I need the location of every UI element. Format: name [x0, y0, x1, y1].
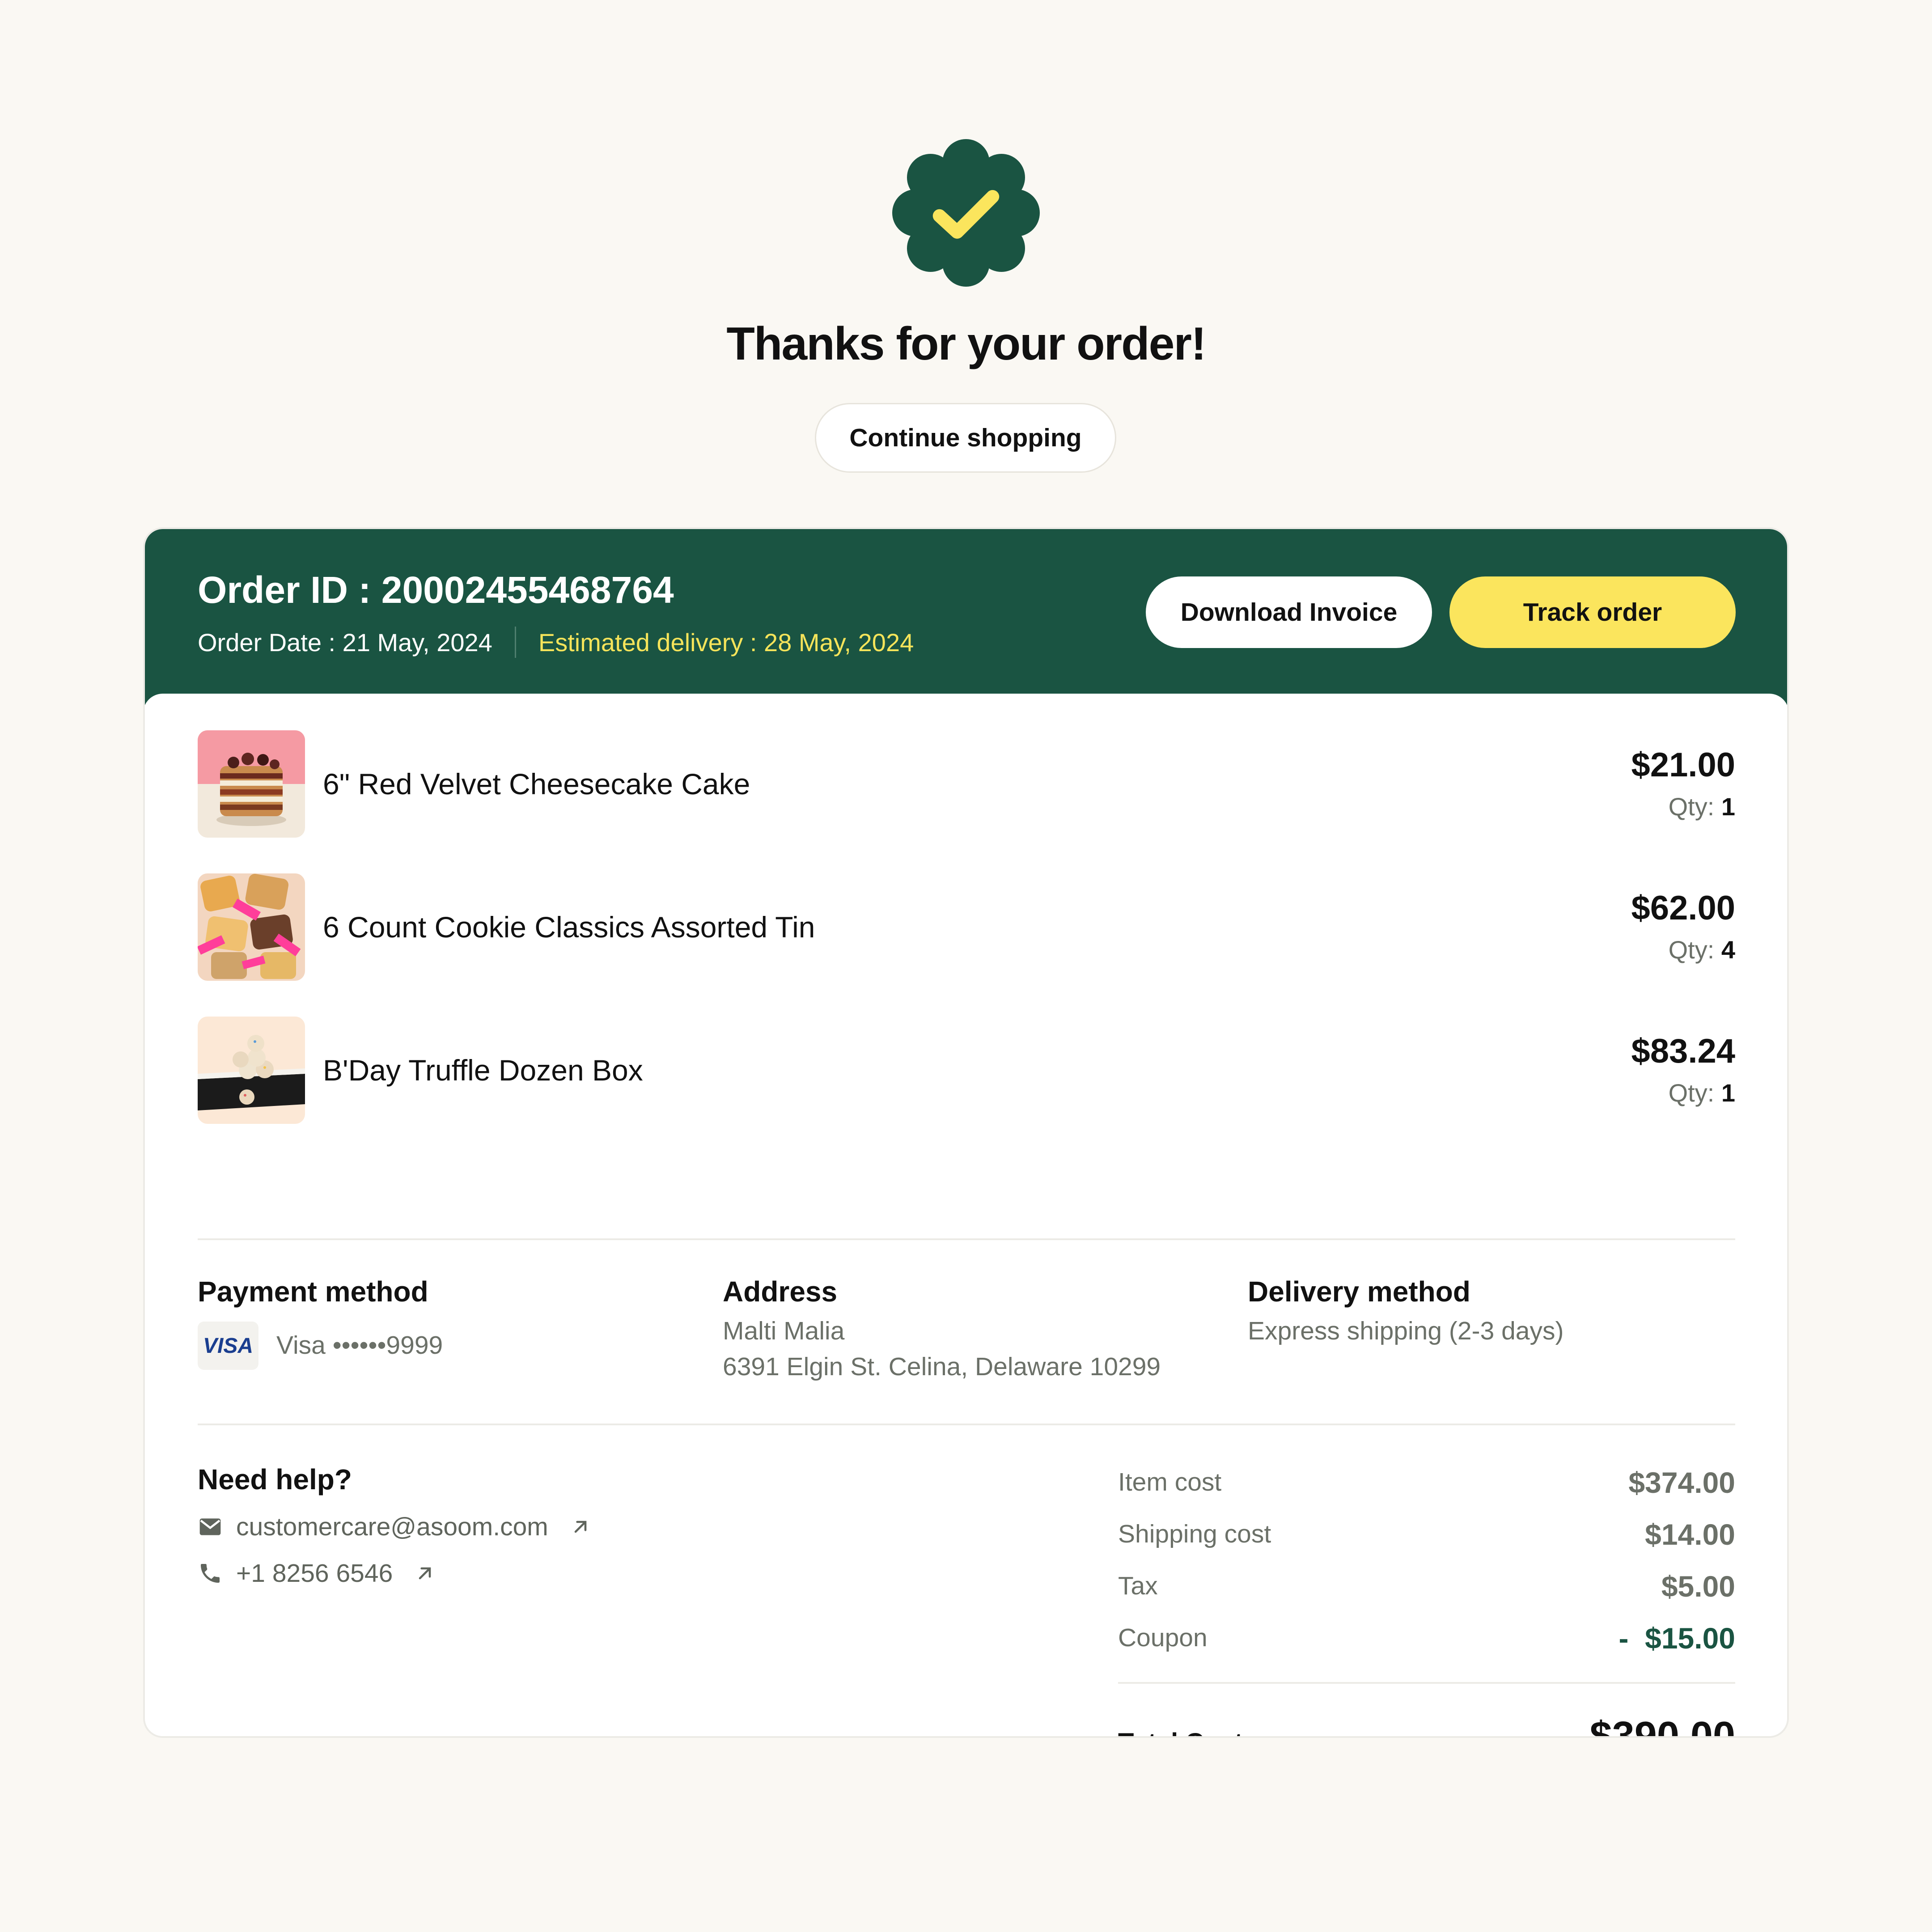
payment-section: Payment method VISA Visa ••••••9999 [198, 1275, 690, 1382]
divider [198, 1238, 1735, 1240]
order-card: Order ID : 20002455468764 Order Date : 2… [143, 527, 1789, 1738]
mail-icon [199, 1518, 221, 1535]
qty-label: Qty: [1668, 792, 1715, 821]
email-text: customercare@asoom.com [236, 1513, 548, 1541]
item-qty: Qty: 1 [1669, 1078, 1735, 1107]
estimated-delivery: Estimated delivery : 28 May, 2024 [538, 628, 914, 657]
tax-value: $5.00 [1661, 1570, 1735, 1603]
list-item[interactable]: 6" Red Velvet Cheesecake Cake $21.00 Qty… [198, 730, 1735, 838]
item-cost-value: $374.00 [1628, 1466, 1735, 1499]
delivery-section: Delivery method Express shipping (2-3 da… [1248, 1275, 1740, 1346]
delivery-heading: Delivery method [1248, 1275, 1470, 1308]
list-item[interactable]: 6 Count Cookie Classics Assorted Tin $62… [198, 873, 1735, 981]
list-item[interactable]: B'Day Truffle Dozen Box $83.24 Qty: 1 [198, 1017, 1735, 1124]
coupon-row: Coupon - $15.00 [1118, 1622, 1735, 1655]
continue-shopping-button[interactable]: Continue shopping [815, 403, 1116, 473]
qty-value: 1 [1721, 1079, 1735, 1107]
tax-row: Tax $5.00 [1118, 1570, 1735, 1603]
item-cost-label: Item cost [1118, 1468, 1222, 1496]
order-body: 6" Red Velvet Cheesecake Cake $21.00 Qty… [145, 694, 1787, 1738]
product-image [198, 730, 305, 838]
card-number: Visa ••••••9999 [276, 1331, 443, 1360]
item-name: B'Day Truffle Dozen Box [323, 1054, 643, 1087]
address-line: 6391 Elgin St. Celina, Delaware 10299 [723, 1352, 1161, 1381]
item-price: $21.00 [1631, 746, 1735, 784]
delivery-method: Express shipping (2-3 days) [1248, 1317, 1564, 1345]
qty-label: Qty: [1668, 1079, 1715, 1107]
item-price: $62.00 [1631, 889, 1735, 927]
email-link[interactable]: customercare@asoom.com [198, 1512, 590, 1542]
order-dates: Order Date : 21 May, 2024 Estimated deli… [198, 627, 914, 658]
product-image [198, 873, 305, 981]
divider [198, 1424, 1735, 1425]
qty-value: 4 [1721, 936, 1735, 964]
order-date: Order Date : 21 May, 2024 [198, 628, 492, 657]
divider [1118, 1682, 1735, 1684]
qty-label: Qty: [1668, 936, 1715, 964]
external-arrow-icon [574, 1521, 587, 1533]
item-price: $83.24 [1631, 1032, 1735, 1070]
phone-text: +1 8256 6546 [236, 1559, 393, 1588]
track-order-button[interactable]: Track order [1449, 576, 1736, 648]
visa-logo: VISA [198, 1322, 258, 1370]
download-invoice-button[interactable]: Download Invoice [1146, 576, 1432, 648]
tax-label: Tax [1118, 1572, 1158, 1600]
phone-icon [201, 1564, 220, 1583]
product-image [198, 1017, 305, 1124]
shipping-cost-row: Shipping cost $14.00 [1118, 1518, 1735, 1551]
address-heading: Address [723, 1275, 838, 1308]
dates-separator [514, 627, 516, 658]
order-id: Order ID : 20002455468764 [198, 569, 674, 611]
item-cost-row: Item cost $374.00 [1118, 1466, 1735, 1499]
address-section: Address Malti Malia 6391 Elgin St. Celin… [723, 1275, 1215, 1381]
shipping-cost-label: Shipping cost [1118, 1520, 1271, 1548]
total-label: Total Cost [1118, 1728, 1243, 1736]
item-qty: Qty: 1 [1669, 792, 1735, 821]
item-name: 6 Count Cookie Classics Assorted Tin [323, 911, 815, 944]
external-arrow-icon [419, 1567, 431, 1580]
item-qty: Qty: 4 [1669, 935, 1735, 964]
total-value: $390.00 [1589, 1714, 1735, 1738]
payment-heading: Payment method [198, 1275, 428, 1308]
page-title: Thanks for your order! [726, 318, 1206, 370]
address-name: Malti Malia [723, 1317, 845, 1345]
coupon-value: - $15.00 [1618, 1622, 1735, 1655]
qty-value: 1 [1721, 792, 1735, 821]
verified-badge-icon [892, 139, 1040, 287]
coupon-label: Coupon [1118, 1623, 1208, 1652]
item-name: 6" Red Velvet Cheesecake Cake [323, 767, 750, 801]
help-heading: Need help? [198, 1463, 352, 1496]
order-header: Order ID : 20002455468764 Order Date : 2… [145, 529, 1787, 706]
shipping-cost-value: $14.00 [1645, 1518, 1735, 1551]
phone-link[interactable]: +1 8256 6546 [198, 1559, 435, 1588]
